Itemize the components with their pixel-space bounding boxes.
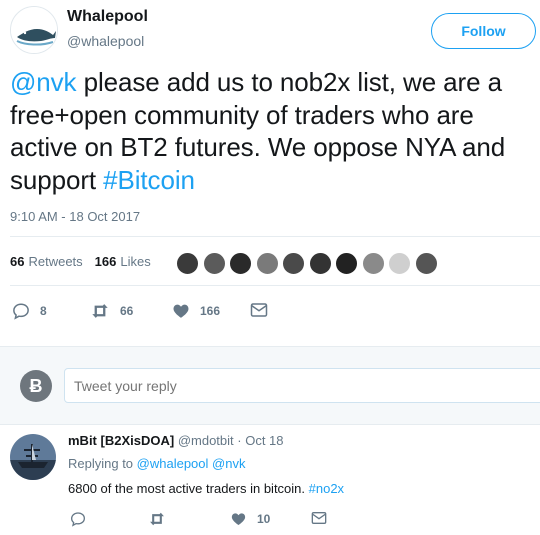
liker-avatar[interactable] xyxy=(361,252,385,275)
replying-mention-whalepool[interactable]: @whalepool xyxy=(137,456,209,471)
retweets-count: 66 xyxy=(10,254,25,269)
heart-icon xyxy=(173,304,189,318)
reply-separator: · xyxy=(233,433,246,448)
tweet-text: @nvk please add us to nob2x list, we are… xyxy=(10,66,535,196)
replying-prefix: Replying to xyxy=(68,456,137,471)
tweet-timestamp[interactable]: 9:10 AM - 18 Oct 2017 xyxy=(10,209,140,224)
reply-message-action[interactable] xyxy=(311,511,327,525)
whalepool-avatar[interactable] xyxy=(10,6,58,54)
liker-avatar[interactable] xyxy=(388,252,411,275)
reply-header: mBit [B2XisDOA] @mdotbit · Oct 18 xyxy=(68,433,284,448)
reply-like-action[interactable]: 10 xyxy=(230,511,270,527)
reply-actions: 10 xyxy=(68,511,368,531)
liker-avatar[interactable] xyxy=(335,252,358,275)
tweet-actions: 8 66 166 xyxy=(10,302,310,322)
like-count: 166 xyxy=(200,304,221,318)
reply-compose-bar: Ƀ xyxy=(0,346,540,425)
liker-avatar[interactable] xyxy=(255,252,279,275)
tweet-body: please add us to nob2x list, we are a fr… xyxy=(10,67,506,195)
divider xyxy=(10,236,540,237)
likers-avatars xyxy=(176,252,441,275)
retweet-action[interactable]: 66 xyxy=(90,302,133,320)
mention-link[interactable]: @nvk xyxy=(10,67,77,97)
divider xyxy=(10,285,540,286)
retweet-count: 66 xyxy=(120,304,134,318)
account-handle[interactable]: @whalepool xyxy=(67,33,144,49)
reply-count: 8 xyxy=(40,304,47,318)
reply-input[interactable] xyxy=(64,368,540,403)
account-name[interactable]: Whalepool xyxy=(67,8,148,26)
likes-count: 166 xyxy=(94,254,117,269)
like-action[interactable]: 166 xyxy=(172,302,220,320)
message-action[interactable] xyxy=(250,302,268,318)
hashtag-link[interactable]: #Bitcoin xyxy=(103,165,195,195)
retweet-icon xyxy=(92,304,108,318)
liker-avatar[interactable] xyxy=(308,252,332,275)
envelope-icon xyxy=(250,303,268,317)
follow-button[interactable]: Follow xyxy=(431,13,536,49)
replying-to: Replying to @whalepool @nvk xyxy=(68,456,245,471)
liker-avatar[interactable] xyxy=(282,252,305,275)
mbit-avatar[interactable] xyxy=(10,434,56,480)
liker-avatar[interactable] xyxy=(414,252,438,275)
retweet-icon xyxy=(150,512,164,526)
liker-avatar[interactable] xyxy=(176,252,199,275)
replying-mention-nvk[interactable]: @nvk xyxy=(212,456,245,471)
reply-icon xyxy=(13,303,29,320)
reply-retweet-action[interactable] xyxy=(148,511,166,527)
whale-logo-icon xyxy=(11,7,57,53)
tweet-stats: 66 Retweets 166 Likes xyxy=(10,254,163,269)
reply-like-count: 10 xyxy=(257,512,271,526)
reply-author-name[interactable]: mBit [B2XisDOA] xyxy=(68,433,174,448)
likes-stat[interactable]: 166 Likes xyxy=(95,254,151,269)
reply-text: 6800 of the most active traders in bitco… xyxy=(68,481,344,496)
main-tweet: Whalepool @whalepool Follow @nvk please … xyxy=(0,0,540,346)
reply-reply-action[interactable] xyxy=(70,511,86,527)
retweets-label: Retweets xyxy=(28,254,83,269)
liker-avatar[interactable] xyxy=(202,252,226,275)
reply-body: 6800 of the most active traders in bitco… xyxy=(68,481,309,496)
envelope-icon xyxy=(311,512,327,524)
reply-author-handle[interactable]: @mdotbit xyxy=(178,433,234,448)
liker-avatar[interactable] xyxy=(229,252,252,275)
retweets-stat[interactable]: 66 Retweets xyxy=(10,254,83,269)
likes-label: Likes xyxy=(120,254,151,269)
reply-hashtag-link[interactable]: #no2x xyxy=(309,481,344,496)
reply-icon xyxy=(70,512,86,527)
bitcoin-avatar[interactable]: Ƀ xyxy=(20,370,52,402)
reply-action[interactable]: 8 xyxy=(12,302,47,320)
heart-icon xyxy=(231,513,246,525)
reply-date[interactable]: Oct 18 xyxy=(245,433,283,448)
ship-avatar-icon xyxy=(10,434,56,480)
reply-tweet[interactable]: mBit [B2XisDOA] @mdotbit · Oct 18 Replyi… xyxy=(0,426,540,535)
